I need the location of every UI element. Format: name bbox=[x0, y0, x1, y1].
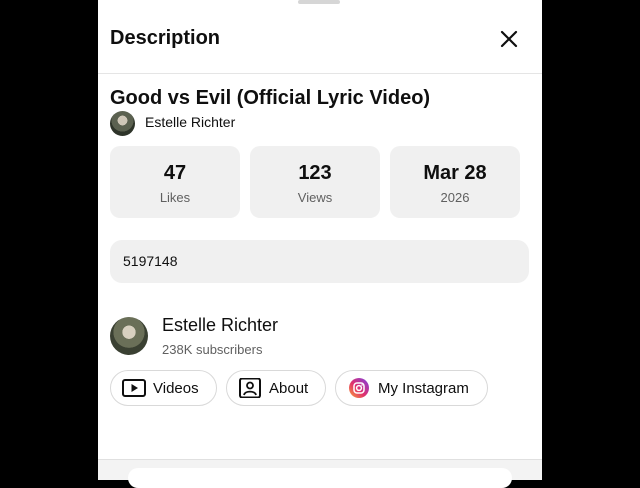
description-panel: Description Good vs Evil (Official Lyric… bbox=[98, 0, 542, 488]
description-box[interactable]: 5197148 bbox=[110, 240, 529, 283]
likes-label: Likes bbox=[159, 190, 191, 205]
header-divider bbox=[98, 73, 542, 74]
instagram-button-label: My Instagram bbox=[378, 380, 469, 397]
video-title: Good vs Evil (Official Lyric Video) bbox=[110, 87, 431, 109]
instagram-icon bbox=[349, 378, 369, 398]
videos-button[interactable]: Videos bbox=[110, 370, 217, 406]
channel-name-small[interactable]: Estelle Richter bbox=[145, 114, 235, 130]
views-count: 123 bbox=[298, 162, 332, 184]
bottom-card bbox=[128, 468, 512, 488]
about-button[interactable]: About bbox=[226, 370, 326, 406]
person-icon bbox=[239, 378, 261, 398]
close-button[interactable] bbox=[494, 24, 524, 54]
likes-stat: 47 Likes bbox=[110, 146, 240, 218]
date-day: Mar 28 bbox=[423, 162, 487, 184]
date-year: 2026 bbox=[440, 190, 470, 205]
subscriber-count: 238K subscribers bbox=[162, 342, 263, 357]
description-text: 5197148 bbox=[123, 253, 178, 269]
channel-avatar-small[interactable] bbox=[110, 111, 135, 136]
about-button-label: About bbox=[269, 380, 309, 397]
channel-name[interactable]: Estelle Richter bbox=[162, 315, 278, 336]
instagram-button[interactable]: My Instagram bbox=[335, 370, 488, 406]
views-label: Views bbox=[297, 190, 333, 205]
date-stat: Mar 28 2026 bbox=[390, 146, 520, 218]
views-stat: 123 Views bbox=[250, 146, 380, 218]
drag-handle[interactable] bbox=[298, 0, 340, 4]
play-icon bbox=[122, 379, 146, 397]
videos-button-label: Videos bbox=[153, 380, 199, 397]
channel-avatar[interactable] bbox=[110, 317, 148, 355]
close-icon bbox=[500, 30, 518, 48]
panel-title: Description bbox=[110, 27, 221, 49]
likes-count: 47 bbox=[163, 162, 187, 184]
